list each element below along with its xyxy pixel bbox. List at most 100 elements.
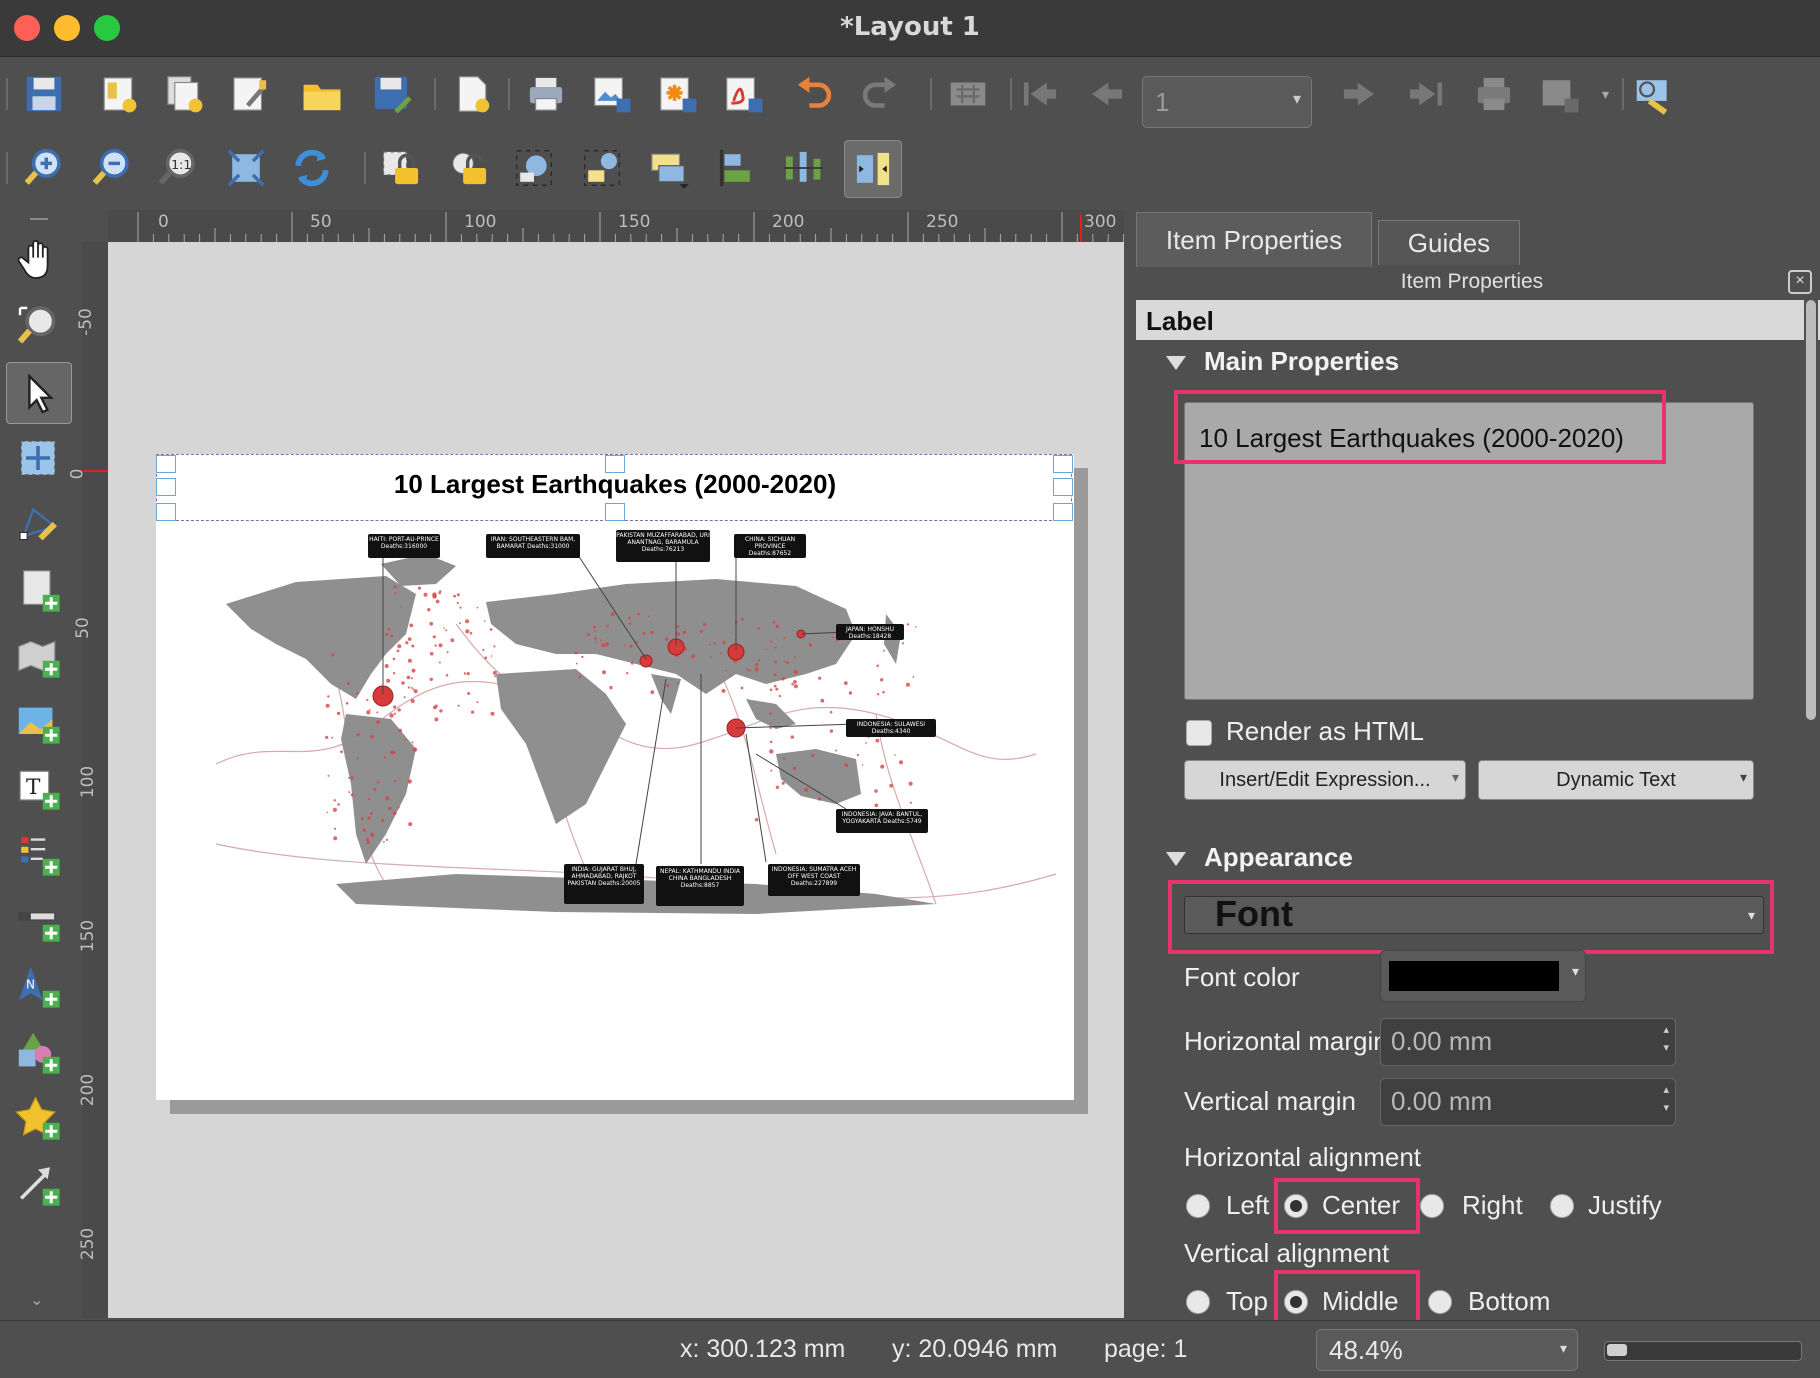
close-panel-icon[interactable]: × (1788, 270, 1812, 294)
previous-feature-button[interactable] (1078, 66, 1134, 122)
halign-justify-radio[interactable] (1550, 1194, 1574, 1218)
resize-handle[interactable] (1053, 503, 1073, 521)
button-label: Insert/Edit Expression... (1219, 768, 1431, 791)
add-marker-tool[interactable] (6, 1088, 70, 1148)
export-image-button[interactable] (584, 66, 640, 122)
redo-button[interactable] (852, 66, 908, 122)
chevron-down-icon[interactable]: ▾ (1602, 86, 1609, 103)
resize-handle[interactable] (605, 455, 625, 473)
group-items-button[interactable] (506, 140, 562, 196)
tab-guides[interactable]: Guides (1378, 220, 1520, 265)
chevron-down-icon: ▾ (1451, 769, 1459, 785)
layout-canvas[interactable]: 10 Largest Earthquakes (2000-2020) HAITI… (108, 242, 1124, 1318)
add-scalebar-tool[interactable] (6, 890, 70, 950)
add-picture-tool[interactable] (6, 692, 70, 752)
resize-handle[interactable] (1053, 478, 1073, 496)
ruler-label: 250 (926, 212, 959, 232)
resize-handle[interactable] (1053, 455, 1073, 473)
panel-scrollbar-thumb[interactable] (1806, 300, 1816, 720)
valign-top-radio[interactable] (1186, 1290, 1210, 1314)
render-html-checkbox[interactable] (1186, 720, 1212, 746)
last-feature-button[interactable] (1398, 66, 1454, 122)
distribute-items-button[interactable] (774, 140, 830, 196)
duplicate-layout-button[interactable] (156, 66, 212, 122)
panel-scrollbar[interactable] (1804, 298, 1818, 1128)
save-as-template-button[interactable] (364, 66, 420, 122)
appearance-header[interactable]: Appearance (1204, 842, 1353, 873)
button-label: Dynamic Text (1556, 768, 1676, 791)
valign-bottom-radio[interactable] (1428, 1290, 1452, 1314)
add-north-arrow-tool[interactable]: N (6, 956, 70, 1016)
select-move-item-tool[interactable] (6, 362, 72, 424)
align-items-button[interactable] (708, 140, 764, 196)
title-label-item[interactable]: 10 Largest Earthquakes (2000-2020) (156, 454, 1073, 521)
zoom-level-combo[interactable]: 48.4% ▾ (1316, 1329, 1578, 1371)
add-legend-tool[interactable] (6, 824, 70, 884)
title-label-text: 10 Largest Earthquakes (2000-2020) (393, 469, 837, 499)
layout-page[interactable]: 10 Largest Earthquakes (2000-2020) HAITI… (156, 454, 1074, 1100)
atlas-export-button[interactable] (1532, 66, 1588, 122)
dynamic-text-button[interactable]: Dynamic Text ▾ (1478, 760, 1754, 800)
undo-button[interactable] (786, 66, 842, 122)
export-svg-button[interactable] (650, 66, 706, 122)
highlight-box (1274, 1178, 1420, 1234)
add-arrow-tool[interactable] (6, 1154, 70, 1214)
resize-handle[interactable] (156, 503, 176, 521)
vertical-margin-value: 0.00 mm (1391, 1086, 1493, 1116)
zoom-in-icon (24, 149, 61, 185)
atlas-page-combo[interactable]: 1 ▾ (1142, 76, 1312, 128)
tab-item-properties[interactable]: Item Properties (1136, 212, 1372, 267)
vertical-margin-spinbox[interactable]: 0.00 mm ▴ ▾ (1380, 1078, 1676, 1126)
zoom-tool[interactable] (6, 296, 70, 356)
resize-handle[interactable] (605, 503, 625, 521)
add-map-tool[interactable] (6, 626, 70, 686)
atlas-print-button[interactable] (1466, 66, 1522, 122)
zoom-in-button[interactable] (16, 140, 72, 196)
zoom-out-button[interactable] (84, 140, 140, 196)
printer-icon (529, 77, 563, 111)
insert-expression-button[interactable]: Insert/Edit Expression... ▾ (1184, 760, 1466, 800)
font-color-button[interactable]: ▾ (1380, 950, 1586, 1002)
raise-items-button[interactable] (640, 140, 696, 196)
chevron-down-icon[interactable]: ⌄ (30, 1290, 43, 1310)
resize-items-button[interactable] (844, 140, 902, 198)
ungroup-items-button[interactable] (574, 140, 630, 196)
atlas-settings-button[interactable] (1626, 66, 1682, 122)
resize-handle[interactable] (156, 478, 176, 496)
layout-manager-button[interactable] (222, 66, 278, 122)
add-legend-icon (21, 837, 60, 876)
edit-nodes-tool[interactable] (6, 494, 70, 554)
add-shape-tool[interactable] (6, 1022, 70, 1082)
ruler-label: 200 (78, 1073, 99, 1107)
zoom-actual-size-button[interactable]: 1:1 (150, 140, 206, 196)
add-page-tool[interactable] (6, 560, 70, 620)
print-button[interactable] (518, 66, 574, 122)
zoom-full-button[interactable] (218, 140, 274, 196)
add-shape-icon (18, 1032, 60, 1074)
map-callout-label: INDONESIA: JAVA: BANTUL, YOGYAKARTA Deat… (841, 811, 923, 825)
lock-items-button[interactable] (374, 140, 430, 196)
collapse-triangle-icon[interactable] (1166, 852, 1186, 866)
arrow-line-icon (19, 1167, 60, 1206)
add-label-tool[interactable]: T (6, 758, 70, 818)
save-layout-button[interactable] (16, 66, 72, 122)
zoom-slider[interactable] (1604, 1341, 1802, 1361)
resize-handle[interactable] (156, 455, 176, 473)
refresh-view-button[interactable] (284, 140, 340, 196)
pan-layout-tool[interactable] (6, 230, 70, 290)
collapse-triangle-icon[interactable] (1166, 356, 1186, 370)
halign-left-radio[interactable] (1186, 1194, 1210, 1218)
atlas-preview-button[interactable] (940, 66, 996, 122)
add-items-from-template-button[interactable] (294, 66, 350, 122)
halign-right-radio[interactable] (1420, 1194, 1444, 1218)
unlock-items-button[interactable] (442, 140, 498, 196)
move-content-tool[interactable] (6, 428, 70, 488)
next-feature-button[interactable] (1332, 66, 1388, 122)
new-layout-button[interactable] (90, 66, 146, 122)
horizontal-margin-spinbox[interactable]: 0.00 mm ▴ ▾ (1380, 1018, 1676, 1066)
new-report-button[interactable] (444, 66, 500, 122)
main-properties-header[interactable]: Main Properties (1204, 346, 1399, 377)
export-pdf-button[interactable] (716, 66, 772, 122)
first-feature-button[interactable] (1012, 66, 1068, 122)
floppy-disk-icon (26, 76, 62, 112)
